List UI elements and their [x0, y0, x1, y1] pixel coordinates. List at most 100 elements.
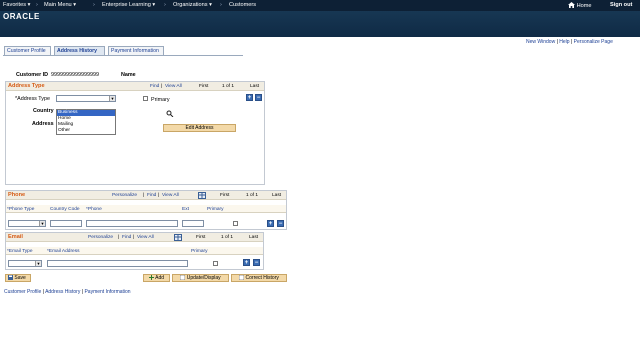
- enterprise-learning-menu[interactable]: Enterprise Learning ▾: [102, 2, 155, 8]
- add-row-button[interactable]: +: [246, 94, 253, 101]
- find-link[interactable]: Find: [147, 193, 156, 198]
- customers-breadcrumb[interactable]: Customers: [229, 2, 256, 8]
- add-label: Add: [155, 275, 165, 281]
- footer-customer-profile-link[interactable]: Customer Profile: [4, 289, 41, 295]
- update-icon: [180, 274, 186, 281]
- chevron-down-icon: ▼: [39, 221, 45, 226]
- last-link[interactable]: Last: [249, 235, 258, 240]
- add-email-row-button[interactable]: +: [243, 259, 250, 266]
- new-window-link[interactable]: New Window: [526, 39, 555, 45]
- oracle-logo: ORACLE: [3, 12, 40, 21]
- update-display-label: Update/Display: [186, 275, 221, 281]
- tab-customer-profile[interactable]: Customer Profile: [4, 46, 51, 55]
- nav-separator: ›: [36, 2, 38, 8]
- personalize-link[interactable]: Personalize: [88, 235, 113, 240]
- column-primary: Primary: [207, 207, 224, 212]
- view-all-link[interactable]: View All: [162, 193, 179, 198]
- update-display-button[interactable]: Update/Display: [172, 274, 229, 282]
- add-phone-row-button[interactable]: +: [267, 220, 274, 227]
- home-link[interactable]: Home: [568, 2, 591, 9]
- column-phone-type: *Phone Type: [7, 207, 35, 212]
- tab-address-history[interactable]: Address History: [54, 46, 105, 55]
- organizations-menu[interactable]: Organizations ▾: [173, 2, 212, 8]
- footer-address-history-link[interactable]: Address History: [45, 289, 80, 295]
- first-link[interactable]: First: [199, 84, 208, 89]
- delete-email-row-button[interactable]: −: [253, 259, 260, 266]
- view-all-link[interactable]: View All: [165, 84, 182, 89]
- history-icon: [238, 274, 245, 281]
- find-link[interactable]: Find: [122, 235, 131, 240]
- footer-payment-information-link[interactable]: Payment Information: [84, 289, 130, 295]
- email-title: Email: [8, 234, 23, 240]
- link-separator: |: [556, 39, 558, 45]
- utility-links: New Window | Help | Personalize Page: [526, 39, 613, 45]
- link-separator: |: [118, 235, 120, 240]
- column-phone: *Phone: [86, 207, 102, 212]
- first-link[interactable]: First: [196, 235, 205, 240]
- email-header: Email Personalize | Find | View All Firs…: [6, 233, 263, 242]
- customer-id-value: 9999999999999999: [51, 72, 99, 78]
- email-address-input[interactable]: [47, 260, 188, 267]
- primary-checkbox[interactable]: [143, 96, 148, 101]
- address-type-title: Address Type: [8, 83, 45, 89]
- address-type-label: *Address Type: [15, 96, 50, 102]
- address-type-select[interactable]: ▼: [56, 95, 116, 102]
- last-link[interactable]: Last: [250, 84, 259, 89]
- phone-type-select[interactable]: ▼: [8, 220, 46, 227]
- correct-history-button[interactable]: Correct History: [231, 274, 287, 282]
- save-label: Save: [14, 275, 26, 281]
- edit-address-button[interactable]: Edit Address: [163, 124, 236, 132]
- chevron-down-icon: ▼: [109, 96, 115, 101]
- personalize-link[interactable]: Personalize: [112, 193, 137, 198]
- grid-view-icon[interactable]: [198, 192, 206, 199]
- nav-separator: ›: [93, 2, 95, 8]
- dropdown-option-other[interactable]: Other: [57, 128, 115, 134]
- add-button[interactable]: Add: [143, 274, 170, 282]
- sign-out-link[interactable]: Sign out: [610, 2, 632, 8]
- link-separator: |: [42, 289, 44, 295]
- help-link[interactable]: Help: [559, 39, 569, 45]
- country-code-input[interactable]: [50, 220, 82, 227]
- last-link[interactable]: Last: [272, 193, 281, 198]
- main-menu[interactable]: Main Menu ▾: [44, 2, 76, 8]
- phone-primary-checkbox[interactable]: [233, 221, 238, 226]
- phone-input[interactable]: [86, 220, 178, 227]
- link-separator: |: [133, 235, 135, 240]
- first-link[interactable]: First: [220, 193, 229, 198]
- link-separator: |: [570, 39, 573, 45]
- customer-id-label: Customer ID: [16, 72, 49, 78]
- nav-separator: ›: [220, 2, 222, 8]
- brand-banner: [0, 11, 640, 37]
- lookup-icon[interactable]: [166, 110, 174, 117]
- personalize-page-link[interactable]: Personalize Page: [574, 39, 613, 45]
- save-button[interactable]: Save: [5, 274, 31, 282]
- link-separator: |: [158, 193, 160, 198]
- address-type-dropdown-list: Business Home Mailing Other: [56, 109, 116, 135]
- column-email-type: *Email Type: [7, 249, 33, 254]
- email-type-select[interactable]: ▼: [8, 260, 42, 267]
- ext-input[interactable]: [182, 220, 204, 227]
- home-icon: [568, 2, 575, 8]
- delete-row-button[interactable]: −: [255, 94, 262, 101]
- column-primary: Primary: [191, 249, 208, 254]
- email-primary-checkbox[interactable]: [213, 261, 218, 266]
- correct-history-label: Correct History: [245, 275, 279, 281]
- save-icon: [8, 275, 13, 280]
- view-all-link[interactable]: View All: [137, 235, 154, 240]
- address-label: Address: [32, 121, 54, 127]
- tab-payment-information[interactable]: Payment Information: [108, 46, 164, 55]
- link-separator: |: [161, 84, 163, 89]
- top-nav-bar: Favorites ▾ › Main Menu ▾ › Enterprise L…: [0, 0, 640, 11]
- delete-phone-row-button[interactable]: −: [277, 220, 284, 227]
- name-label: Name: [121, 72, 136, 78]
- grid-view-icon[interactable]: [174, 234, 182, 241]
- column-ext: Ext: [182, 207, 189, 212]
- find-link[interactable]: Find: [150, 84, 159, 89]
- favorites-menu[interactable]: Favorites ▾: [3, 2, 30, 8]
- page-count: 1 of 1: [221, 235, 234, 240]
- nav-separator: ›: [164, 2, 166, 8]
- chevron-down-icon: ▼: [35, 261, 41, 266]
- page-count: 1 of 1: [222, 84, 235, 89]
- page-count: 1 of 1: [246, 193, 259, 198]
- country-label: Country: [33, 108, 54, 114]
